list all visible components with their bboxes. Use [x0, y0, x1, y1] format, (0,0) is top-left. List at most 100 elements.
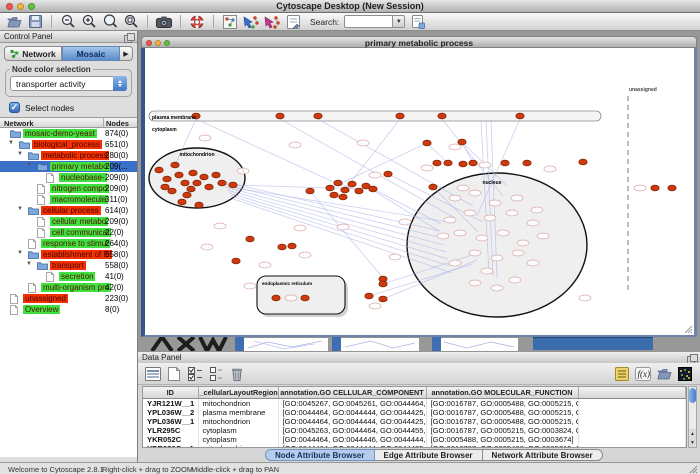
network-node[interactable]: [218, 180, 226, 186]
network-node[interactable]: [183, 192, 191, 198]
tree-row[interactable]: ▼cellular process614(0): [0, 205, 137, 216]
network-node[interactable]: [668, 185, 676, 191]
network-node[interactable]: [469, 160, 477, 166]
network-node[interactable]: [501, 160, 509, 166]
network-node[interactable]: [379, 296, 387, 302]
network-node[interactable]: [276, 113, 284, 119]
tree-row[interactable]: multi-organism pro42(0): [0, 282, 137, 293]
zoom-fit-icon[interactable]: [123, 14, 139, 30]
network-node[interactable]: [339, 194, 347, 200]
search-config-icon[interactable]: [410, 14, 426, 30]
unselect-attributes-icon[interactable]: [208, 366, 224, 382]
table-column-header[interactable]: [578, 387, 686, 399]
network-node[interactable]: [348, 181, 356, 187]
table-row[interactable]: YJR121W__1mitochondrion[GO:0045267, GO:0…: [143, 399, 686, 409]
tree-row[interactable]: ▼primary metabo209(...: [0, 161, 137, 172]
import-attributes-icon[interactable]: [656, 366, 672, 382]
tree-expand-arrow[interactable]: ▼: [17, 206, 23, 212]
scroll-up-icon[interactable]: ▲: [690, 431, 695, 437]
new-attribute-icon[interactable]: [166, 366, 182, 382]
network-node[interactable]: [458, 139, 466, 145]
tree-row[interactable]: response to stimul264(0): [0, 238, 137, 249]
network-node[interactable]: [232, 258, 240, 264]
network-node[interactable]: [369, 186, 377, 192]
network-node[interactable]: [429, 184, 437, 190]
network-node[interactable]: [438, 113, 446, 119]
tree-column-network[interactable]: Network: [0, 118, 104, 127]
zoom-selected-icon[interactable]: [102, 14, 118, 30]
table-scrollbar[interactable]: ▲▼: [688, 386, 697, 448]
tree-row[interactable]: mosaic-demo-yeast874(0): [0, 128, 137, 139]
tree-expand-arrow[interactable]: ▼: [26, 261, 32, 267]
tree-row[interactable]: unassigned223(0): [0, 293, 137, 304]
network-edge[interactable]: [333, 143, 427, 187]
tree-row[interactable]: nucleobase-209(0): [0, 172, 137, 183]
network-node[interactable]: [341, 187, 349, 193]
help-icon[interactable]: [189, 14, 205, 30]
tree-row[interactable]: cell communicat22(0): [0, 227, 137, 238]
save-icon[interactable]: [27, 14, 43, 30]
attribute-grid-icon[interactable]: [145, 366, 161, 382]
table-column-header[interactable]: _cellularLayoutRegion: [198, 387, 278, 399]
network-node[interactable]: [161, 184, 169, 190]
network-node[interactable]: [433, 160, 441, 166]
network-node[interactable]: [155, 167, 163, 173]
background-window[interactable]: [332, 337, 419, 351]
scrollbar-thumb[interactable]: [689, 388, 696, 403]
tab-mosaic[interactable]: Mosaic: [62, 46, 120, 61]
network-node[interactable]: [272, 295, 280, 301]
network-node[interactable]: [189, 170, 197, 176]
network-node[interactable]: [423, 140, 431, 146]
table-row[interactable]: YPL036W__1mitochondrion[GO:0044464, GO:0…: [143, 417, 686, 426]
table-row[interactable]: YDR039C__1mitochondrion[GO:0044464, GO:0…: [143, 444, 686, 448]
network-node[interactable]: [175, 172, 183, 178]
network-node[interactable]: [229, 182, 237, 188]
network-node[interactable]: [516, 113, 524, 119]
tree-row[interactable]: ▼establishment of lo558(0): [0, 249, 137, 260]
tree-expand-arrow[interactable]: ▼: [17, 250, 23, 256]
tab-edge-attribute-browser[interactable]: Edge Attribute Browser: [375, 449, 483, 461]
network-node[interactable]: [523, 160, 531, 166]
tree-expand-arrow[interactable]: ▼: [17, 151, 23, 157]
tree-expand-arrow[interactable]: ▼: [26, 162, 32, 168]
network-node[interactable]: [178, 199, 186, 205]
network-node[interactable]: [330, 192, 338, 198]
background-window-titlebar[interactable]: [533, 337, 653, 350]
network-node[interactable]: [355, 188, 363, 194]
network-node[interactable]: [379, 281, 387, 287]
node-color-dropdown[interactable]: transporter activity: [10, 76, 127, 91]
network-node[interactable]: [200, 174, 208, 180]
float-panel-icon[interactable]: [687, 354, 696, 362]
network-view-titlebar[interactable]: primary metabolic process: [141, 36, 697, 48]
open-icon[interactable]: [6, 14, 22, 30]
network-node[interactable]: [193, 180, 201, 186]
table-row[interactable]: YLR295Ccytoplasm[GO:0045263, GO:0044464,…: [143, 426, 686, 435]
network-edge[interactable]: [310, 191, 383, 278]
network-node[interactable]: [246, 236, 254, 242]
tree-row[interactable]: ▼biological_process651(0): [0, 139, 137, 150]
network-node[interactable]: [171, 162, 179, 168]
tree-column-nodes[interactable]: Nodes: [104, 118, 137, 127]
background-window[interactable]: [432, 337, 518, 351]
tabs-overflow-arrow[interactable]: ▶: [120, 46, 133, 61]
network-node[interactable]: [181, 180, 189, 186]
table-row[interactable]: YPL036W__2plasma membrane[GO:0044464, GO…: [143, 408, 686, 417]
tab-network[interactable]: Network: [4, 46, 62, 61]
network-node[interactable]: [278, 244, 286, 250]
network-node[interactable]: [651, 185, 659, 191]
network-node[interactable]: [195, 202, 203, 208]
tab-node-attribute-browser[interactable]: Node Attribute Browser: [265, 449, 375, 461]
tree-row[interactable]: Overview8(0): [0, 304, 137, 315]
table-column-header[interactable]: annotation.GO MOLECULAR_FUNCTION: [426, 387, 578, 399]
network-canvas[interactable]: plasma membranecytoplasmmitochondrionnuc…: [141, 48, 697, 337]
network-node[interactable]: [187, 186, 195, 192]
network-node[interactable]: [334, 180, 342, 186]
formula-builder-icon[interactable]: f(x): [635, 366, 651, 382]
zoom-in-icon[interactable]: [81, 14, 97, 30]
network-node[interactable]: [459, 161, 467, 167]
annotation-page-icon[interactable]: [285, 14, 301, 30]
network-edge[interactable]: [462, 142, 473, 163]
network-node[interactable]: [384, 171, 392, 177]
network-node[interactable]: [444, 160, 452, 166]
network-node[interactable]: [163, 176, 171, 182]
